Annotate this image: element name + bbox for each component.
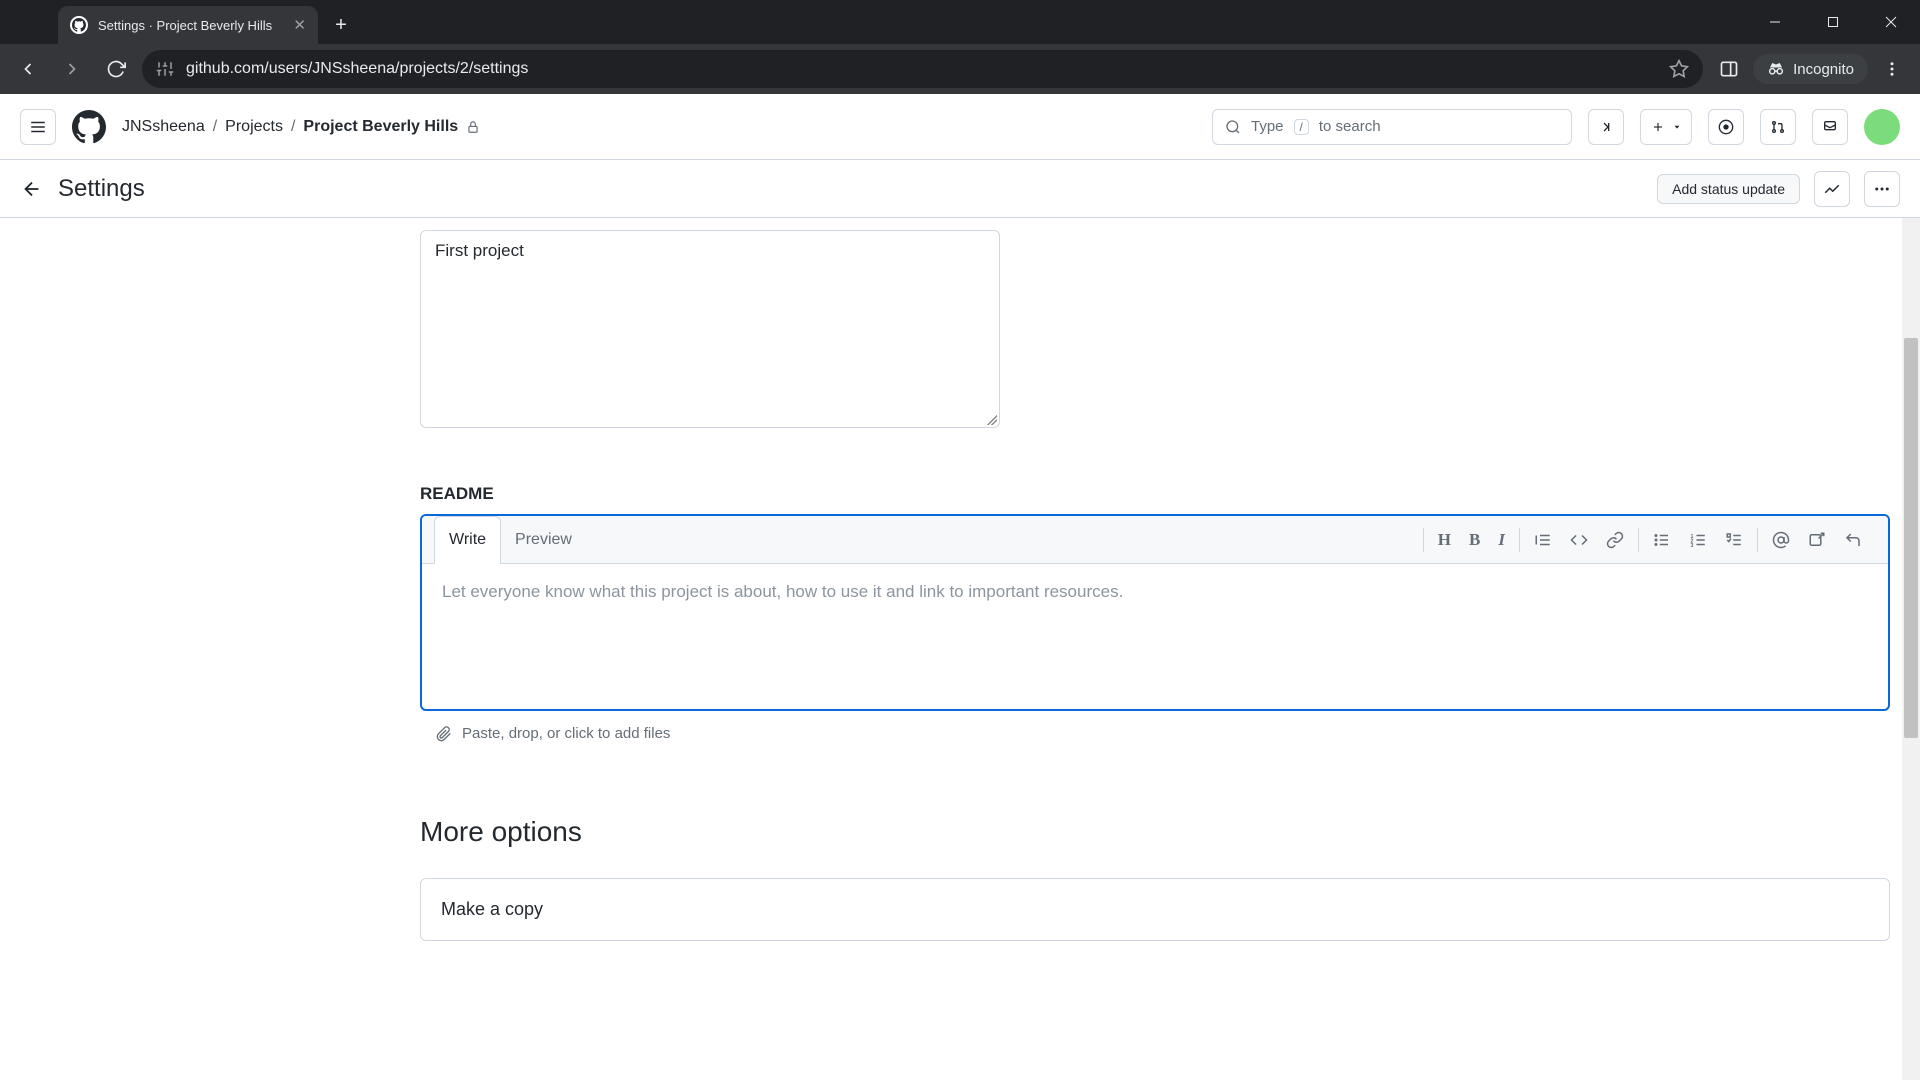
github-header: JNSsheena / Projects / Project Beverly H…: [0, 94, 1920, 160]
star-icon[interactable]: [1669, 59, 1689, 79]
reply-button[interactable]: [1844, 531, 1862, 549]
side-panel-icon[interactable]: [1711, 51, 1747, 87]
main-content: First project README Write Preview H B I: [0, 218, 1920, 1080]
write-tab[interactable]: Write: [434, 516, 501, 564]
ordered-list-button[interactable]: 123: [1689, 531, 1707, 549]
more-options-heading: More options: [420, 816, 1890, 848]
code-button[interactable]: [1570, 531, 1588, 549]
insights-button[interactable]: [1814, 171, 1850, 207]
scrollbar[interactable]: [1902, 218, 1920, 1080]
issues-button[interactable]: [1708, 109, 1744, 145]
link-button[interactable]: [1606, 531, 1624, 549]
tab-title: Settings · Project Beverly Hills: [98, 18, 283, 33]
back-arrow-button[interactable]: [20, 177, 44, 201]
paperclip-icon: [436, 726, 452, 742]
readme-textarea[interactable]: [422, 564, 1888, 704]
preview-tab[interactable]: Preview: [501, 516, 586, 564]
close-tab-icon[interactable]: ✕: [293, 16, 306, 34]
attach-files-hint[interactable]: Paste, drop, or click to add files: [420, 711, 1890, 756]
lock-icon: [466, 120, 480, 134]
plus-icon: [1651, 120, 1665, 134]
incognito-badge[interactable]: Incognito: [1753, 54, 1868, 84]
forward-button[interactable]: [54, 51, 90, 87]
italic-button[interactable]: I: [1498, 530, 1505, 550]
search-icon: [1225, 119, 1241, 135]
readme-toolbar: Write Preview H B I 123: [422, 516, 1888, 564]
bold-button[interactable]: B: [1469, 530, 1480, 550]
pull-requests-button[interactable]: [1760, 109, 1796, 145]
breadcrumb-section[interactable]: Projects: [225, 118, 283, 136]
readme-label: README: [420, 484, 1890, 504]
breadcrumb-owner[interactable]: JNSsheena: [122, 118, 205, 136]
browser-tab-strip: Settings · Project Beverly Hills ✕ +: [0, 0, 1920, 44]
quote-button[interactable]: [1534, 531, 1552, 549]
breadcrumb-project[interactable]: Project Beverly Hills: [303, 118, 458, 136]
notifications-button[interactable]: [1812, 109, 1848, 145]
hamburger-menu-button[interactable]: [20, 109, 56, 145]
mention-button[interactable]: [1772, 531, 1790, 549]
reload-button[interactable]: [98, 51, 134, 87]
maximize-window-icon[interactable]: [1804, 0, 1862, 44]
command-palette-button[interactable]: [1588, 109, 1624, 145]
add-status-update-button[interactable]: Add status update: [1657, 174, 1800, 204]
github-logo-icon[interactable]: [72, 110, 106, 144]
make-a-copy-row[interactable]: Make a copy: [420, 878, 1890, 941]
chevron-down-icon: [1672, 122, 1682, 132]
reference-button[interactable]: [1808, 531, 1826, 549]
address-bar[interactable]: github.com/users/JNSsheena/projects/2/se…: [142, 50, 1703, 88]
create-new-button[interactable]: [1640, 109, 1692, 145]
page-title: Settings: [58, 175, 145, 203]
browser-toolbar: github.com/users/JNSsheena/projects/2/se…: [0, 44, 1920, 94]
breadcrumb: JNSsheena / Projects / Project Beverly H…: [122, 118, 480, 136]
scrollbar-thumb[interactable]: [1904, 338, 1918, 738]
browser-tab[interactable]: Settings · Project Beverly Hills ✕: [58, 6, 318, 44]
url-text: github.com/users/JNSsheena/projects/2/se…: [186, 60, 1657, 78]
heading-button[interactable]: H: [1438, 530, 1451, 550]
incognito-icon: [1767, 60, 1785, 78]
settings-subheader: Settings Add status update: [0, 160, 1920, 218]
close-window-icon[interactable]: [1862, 0, 1920, 44]
user-avatar[interactable]: [1864, 109, 1900, 145]
back-button[interactable]: [10, 51, 46, 87]
more-options-button[interactable]: [1864, 171, 1900, 207]
task-list-button[interactable]: [1725, 531, 1743, 549]
chrome-menu-icon[interactable]: [1874, 51, 1910, 87]
svg-text:3: 3: [1691, 542, 1694, 548]
github-favicon: [70, 16, 88, 34]
unordered-list-button[interactable]: [1653, 531, 1671, 549]
readme-editor: Write Preview H B I 123: [420, 514, 1890, 711]
github-search-input[interactable]: Type / to search: [1212, 109, 1572, 145]
new-tab-button[interactable]: +: [326, 10, 356, 40]
minimize-window-icon[interactable]: [1746, 0, 1804, 44]
site-settings-icon[interactable]: [156, 60, 174, 78]
description-textarea[interactable]: First project: [420, 230, 1000, 428]
